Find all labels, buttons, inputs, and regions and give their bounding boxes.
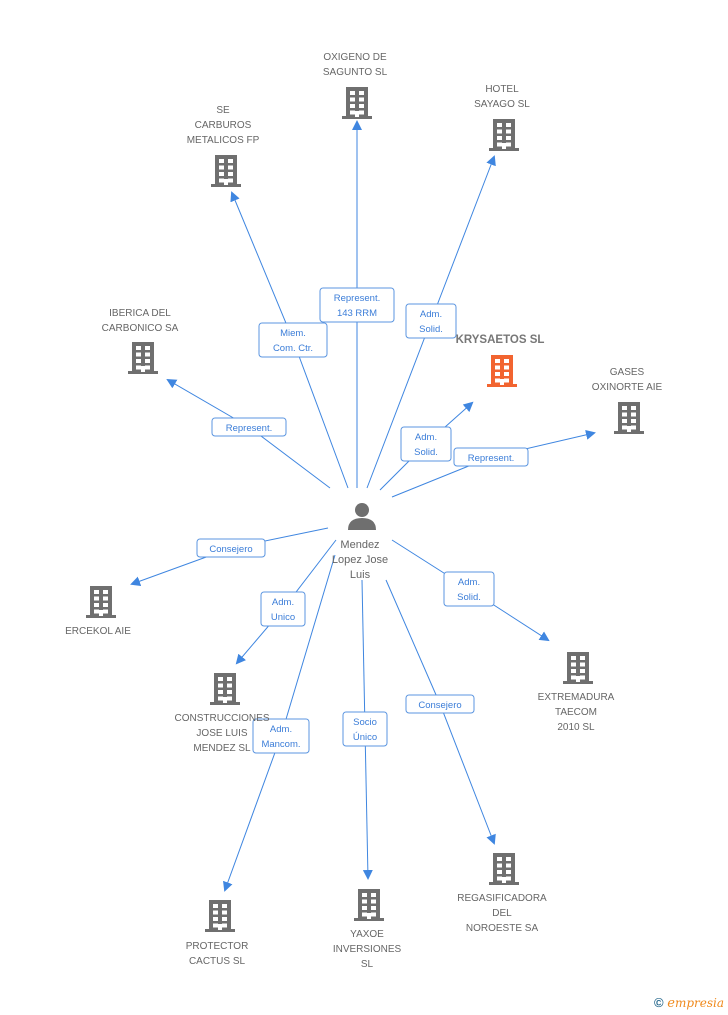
edge-extremadura: Adm. Solid. — [391, 539, 550, 642]
relation-label[interactable]: Consejero — [405, 694, 475, 714]
relation-label[interactable]: Socio Único — [342, 711, 388, 747]
relation-label-text: Socio — [353, 717, 377, 728]
company-name: CARBUROS — [195, 120, 252, 131]
company-node-iberica[interactable]: IBERICA DEL CARBONICO SA — [102, 308, 179, 374]
company-name: SE — [216, 105, 230, 116]
relation-label[interactable]: Adm. Unico — [260, 591, 306, 627]
company-name: GASES — [610, 367, 645, 378]
person-node[interactable]: Mendez Lopez Jose Luis — [332, 503, 388, 581]
copyright-icon: © — [654, 995, 664, 1010]
relation-label[interactable]: Adm. Solid. — [405, 303, 457, 339]
relation-label[interactable]: Adm. Solid. — [443, 571, 495, 607]
company-name: JOSE LUIS — [196, 728, 247, 739]
company-name: PROTECTOR — [186, 941, 249, 952]
building-icon — [563, 652, 593, 684]
company-node-krysaetos[interactable]: KRYSAETOS SL — [456, 334, 545, 387]
building-icon — [128, 342, 158, 374]
edge-yaxoe: Socio Único — [342, 579, 388, 880]
building-icon — [210, 673, 240, 705]
company-name: EXTREMADURA — [538, 692, 615, 703]
company-node-gases[interactable]: GASES OXINORTE AIE — [592, 367, 663, 434]
company-name: METALICOS FP — [187, 135, 260, 146]
company-name: TAECOM — [555, 707, 597, 718]
relation-label[interactable]: Adm. Solid. — [400, 426, 452, 462]
relation-label-text: Represent. — [468, 453, 514, 464]
relation-label-text: Com. Ctr. — [273, 343, 313, 354]
company-name: NOROESTE SA — [466, 923, 539, 934]
person-name: Mendez — [340, 539, 379, 551]
relation-label-text: Adm. — [458, 577, 480, 588]
company-name: SAYAGO SL — [474, 99, 530, 110]
company-name: DEL — [492, 908, 512, 919]
building-icon — [489, 119, 519, 151]
company-node-regasificadora[interactable]: REGASIFICADORA DEL NOROESTE SA — [457, 853, 547, 934]
relation-label-text: Solid. — [457, 592, 481, 603]
relation-label-text: Solid. — [419, 324, 443, 335]
company-name: REGASIFICADORA — [457, 893, 547, 904]
relation-label-text: Miem. — [280, 328, 306, 339]
company-name: SAGUNTO SL — [323, 67, 388, 78]
network-diagram: Represent. 143 RRM Adm. Solid. Miem. Com. Ctr… — [65, 52, 663, 970]
building-icon — [489, 853, 519, 885]
building-icon — [487, 355, 517, 387]
relation-label[interactable]: Adm. Mancom. — [252, 718, 310, 754]
relation-label-text: Represent. — [226, 423, 272, 434]
company-node-yaxoe[interactable]: YAXOE INVERSIONES SL — [333, 889, 402, 970]
relation-label-text: Mancom. — [261, 739, 300, 750]
relation-label[interactable]: Represent. — [211, 417, 287, 437]
relation-label-text: Represent. — [334, 293, 380, 304]
edge-iberica: Represent. — [166, 378, 331, 489]
building-icon — [205, 900, 235, 932]
person-icon — [348, 503, 376, 530]
relation-label-text: Unico — [271, 612, 295, 623]
company-name: INVERSIONES — [333, 944, 402, 955]
person-name: Lopez Jose — [332, 554, 388, 566]
relation-label-text: Consejero — [418, 700, 461, 711]
edge-oxigeno: Represent. 143 RRM — [319, 120, 395, 488]
building-icon — [354, 889, 384, 921]
company-node-extremadura[interactable]: EXTREMADURA TAECOM 2010 SL — [538, 652, 615, 733]
edge-carburos: Miem. Com. Ctr. — [230, 191, 349, 489]
relation-label-text: Adm. — [415, 432, 437, 443]
company-name: OXIGENO DE — [323, 52, 387, 63]
edge-regasificadora: Consejero — [385, 579, 496, 845]
edge-krysaetos: Adm. Solid. — [379, 401, 474, 491]
building-icon — [86, 586, 116, 618]
relation-label-text: Solid. — [414, 447, 438, 458]
relation-label[interactable]: Consejero — [196, 538, 266, 558]
building-icon — [614, 402, 644, 434]
company-name: MENDEZ SL — [193, 743, 251, 754]
relation-label-text: Adm. — [420, 309, 442, 320]
company-name: OXINORTE AIE — [592, 382, 663, 393]
building-icon — [342, 87, 372, 119]
company-node-protector[interactable]: PROTECTOR CACTUS SL — [186, 900, 249, 967]
company-node-carburos[interactable]: SE CARBUROS METALICOS FP — [187, 105, 260, 187]
relation-label-text: Adm. — [272, 597, 294, 608]
company-name: CACTUS SL — [189, 956, 246, 967]
edge-ercekol: Consejero — [130, 527, 329, 586]
empresia-logo: © empresia — [654, 995, 724, 1011]
company-node-ercekol[interactable]: ERCEKOL AIE — [65, 586, 131, 637]
company-name: CONSTRUCCIONES — [174, 713, 269, 724]
relation-label[interactable]: Represent. 143 RRM — [319, 287, 395, 323]
relation-label-text: 143 RRM — [337, 308, 377, 319]
person-name: Luis — [350, 569, 371, 581]
company-name: IBERICA DEL — [109, 308, 171, 319]
company-name: HOTEL — [485, 84, 519, 95]
relation-label-text: Único — [353, 732, 377, 743]
company-node-oxigeno[interactable]: OXIGENO DE SAGUNTO SL — [323, 52, 388, 119]
building-icon — [211, 155, 241, 187]
company-node-hotel[interactable]: HOTEL SAYAGO SL — [474, 84, 530, 151]
company-name: ERCEKOL AIE — [65, 626, 131, 637]
company-name: KRYSAETOS SL — [456, 334, 545, 346]
company-name: YAXOE — [350, 929, 384, 940]
company-name: CARBONICO SA — [102, 323, 179, 334]
relation-label-text: Adm. — [270, 724, 292, 735]
relation-label[interactable]: Miem. Com. Ctr. — [258, 322, 328, 358]
relation-label[interactable]: Represent. — [453, 447, 529, 467]
relation-label-text: Consejero — [209, 544, 252, 555]
company-name: SL — [361, 959, 374, 970]
company-name: 2010 SL — [557, 722, 595, 733]
